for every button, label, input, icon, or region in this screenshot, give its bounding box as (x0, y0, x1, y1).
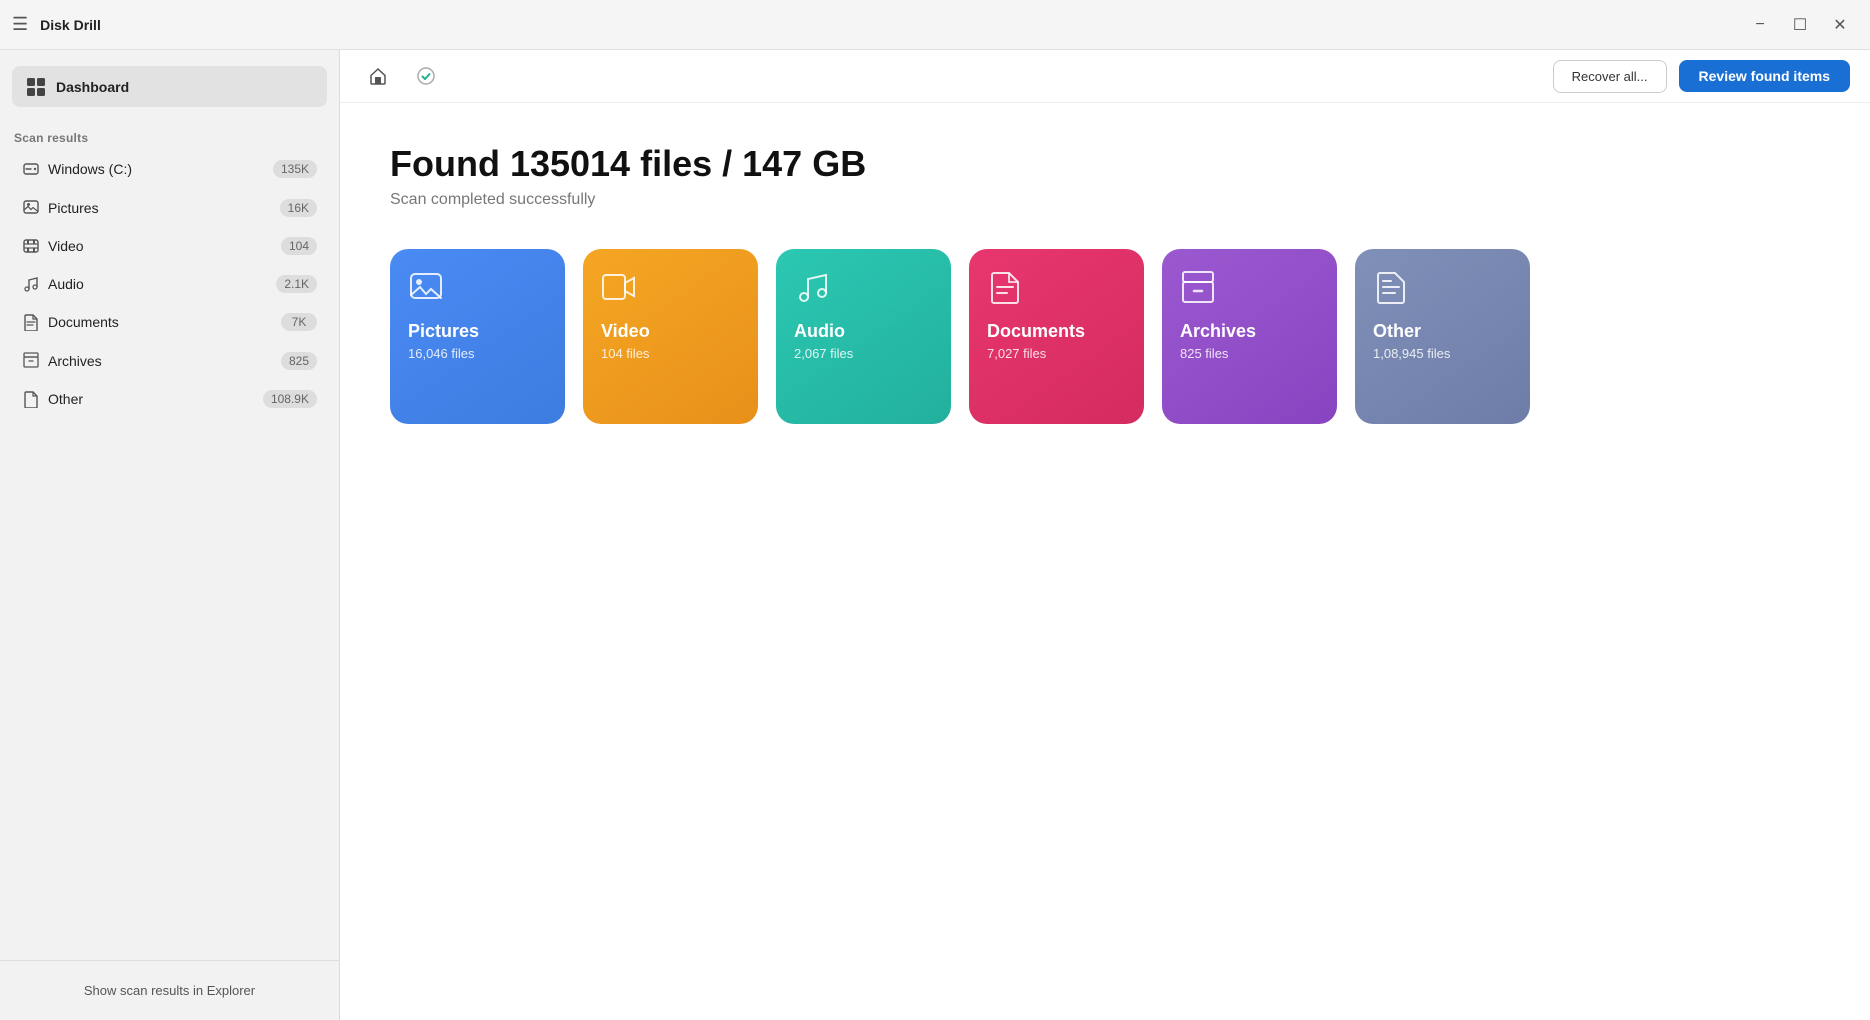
category-card-count-other: 1,08,945 files (1373, 346, 1512, 361)
category-card-name-documents: Documents (987, 321, 1126, 342)
category-card-name-archives: Archives (1180, 321, 1319, 342)
sidebar-item-badge-pictures: 16K (280, 199, 317, 217)
sidebar-item-badge-other: 108.9K (263, 390, 317, 408)
scan-title: Found 135014 files / 147 GB (390, 143, 1820, 185)
drive-icon (22, 160, 48, 178)
scan-results-label: Scan results (0, 119, 339, 151)
sidebar-item-badge-audio: 2.1K (276, 275, 317, 293)
category-card-count-pictures: 16,046 files (408, 346, 547, 361)
category-card-other[interactable]: Other 1,08,945 files (1355, 249, 1530, 424)
toolbar: Recover all... Review found items (340, 50, 1870, 103)
sidebar-item-label-other: Other (48, 391, 263, 407)
category-cards: Pictures 16,046 files Video 104 files Au… (390, 249, 1820, 424)
main-content: Recover all... Review found items Found … (340, 50, 1870, 1020)
category-card-name-video: Video (601, 321, 740, 342)
sidebar-top: Dashboard (0, 50, 339, 119)
video-card-icon (601, 269, 740, 305)
sidebar-item-other[interactable]: Other 108.9K (8, 381, 331, 417)
sidebar-item-label-pictures: Pictures (48, 200, 280, 216)
audio-card-icon (794, 269, 933, 305)
category-card-count-documents: 7,027 files (987, 346, 1126, 361)
archive-icon (22, 351, 48, 369)
sidebar-item-audio[interactable]: Audio 2.1K (8, 266, 331, 302)
category-card-documents[interactable]: Documents 7,027 files (969, 249, 1144, 424)
category-card-name-audio: Audio (794, 321, 933, 342)
review-found-button[interactable]: Review found items (1679, 60, 1850, 92)
documents-card-icon (987, 269, 1126, 305)
scan-subtitle: Scan completed successfully (390, 191, 1820, 209)
recover-all-button[interactable]: Recover all... (1553, 60, 1667, 93)
sidebar: Dashboard Scan results Windows (C:) 135K… (0, 50, 340, 1020)
minimize-button[interactable]: − (1742, 7, 1778, 43)
sidebar-item-dashboard[interactable]: Dashboard (12, 66, 327, 107)
film-icon (22, 237, 48, 255)
doc-icon (22, 313, 48, 331)
dashboard-grid-icon (26, 76, 46, 97)
sidebar-item-video[interactable]: Video 104 (8, 228, 331, 264)
category-card-name-pictures: Pictures (408, 321, 547, 342)
music-icon (22, 275, 48, 293)
category-card-audio[interactable]: Audio 2,067 files (776, 249, 951, 424)
sidebar-item-badge-archives: 825 (281, 352, 317, 370)
archives-card-icon (1180, 269, 1319, 305)
maximize-button[interactable]: ☐ (1782, 7, 1818, 43)
category-card-name-other: Other (1373, 321, 1512, 342)
sidebar-items-list: Windows (C:) 135K Pictures 16K Video 104… (0, 151, 339, 417)
app-title: Disk Drill (40, 17, 1742, 33)
sidebar-item-pictures[interactable]: Pictures 16K (8, 189, 331, 225)
category-card-count-video: 104 files (601, 346, 740, 361)
sidebar-item-label-windows: Windows (C:) (48, 161, 273, 177)
sidebar-item-badge-windows: 135K (273, 160, 317, 178)
image-icon (22, 198, 48, 216)
category-card-count-archives: 825 files (1180, 346, 1319, 361)
sidebar-item-label-video: Video (48, 238, 281, 254)
pictures-card-icon (408, 269, 547, 305)
sidebar-item-label-audio: Audio (48, 276, 276, 292)
sidebar-item-badge-video: 104 (281, 237, 317, 255)
sidebar-bottom: Show scan results in Explorer (0, 960, 339, 1020)
sidebar-item-badge-documents: 7K (281, 313, 317, 331)
close-button[interactable]: ✕ (1822, 7, 1858, 43)
category-card-video[interactable]: Video 104 files (583, 249, 758, 424)
other-card-icon (1373, 269, 1512, 305)
app-body: Dashboard Scan results Windows (C:) 135K… (0, 50, 1870, 1020)
window-controls: − ☐ ✕ (1742, 7, 1858, 43)
dashboard-label: Dashboard (56, 79, 129, 95)
category-card-count-audio: 2,067 files (794, 346, 933, 361)
category-card-pictures[interactable]: Pictures 16,046 files (390, 249, 565, 424)
sidebar-item-label-archives: Archives (48, 353, 281, 369)
sidebar-item-documents[interactable]: Documents 7K (8, 304, 331, 340)
file-icon (22, 390, 48, 408)
show-explorer-button[interactable]: Show scan results in Explorer (12, 973, 327, 1008)
title-bar: ☰ Disk Drill − ☐ ✕ (0, 0, 1870, 50)
category-card-archives[interactable]: Archives 825 files (1162, 249, 1337, 424)
check-button[interactable] (408, 58, 444, 94)
home-button[interactable] (360, 58, 396, 94)
sidebar-item-windows[interactable]: Windows (C:) 135K (8, 151, 331, 187)
sidebar-item-archives[interactable]: Archives 825 (8, 342, 331, 378)
sidebar-item-label-documents: Documents (48, 314, 281, 330)
scan-content: Found 135014 files / 147 GB Scan complet… (340, 103, 1870, 1020)
menu-icon[interactable]: ☰ (12, 14, 28, 35)
